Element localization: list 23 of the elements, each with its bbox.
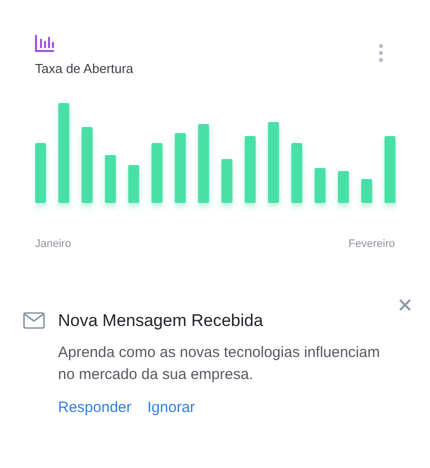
chart-bar [361, 178, 372, 202]
action-link[interactable]: Ignorar [147, 396, 195, 419]
chart-bar [128, 164, 140, 202]
bar-chart-icon [35, 34, 55, 52]
chart-bar [244, 136, 256, 202]
mail-icon [23, 312, 45, 330]
action-link[interactable]: Responder [58, 396, 132, 419]
notification-message: Aprenda como as novas tecnologias influenciam no mercado da sua empresa. [58, 342, 381, 384]
chart-bar [291, 142, 302, 202]
close-icon[interactable] [398, 298, 412, 312]
chart-bar [221, 158, 232, 202]
chart-bar [152, 142, 162, 202]
chart-bar [104, 154, 116, 202]
axis-label: Janeiro [35, 236, 72, 252]
notification-title: Nova Mensagem Recebida [58, 310, 264, 332]
chart-bar [174, 132, 186, 202]
more-options-icon[interactable] [379, 44, 383, 62]
chart-title: Taxa de Abertura [35, 60, 134, 78]
chart-bar [35, 142, 46, 202]
chart-bar [314, 168, 326, 202]
chart-bar [384, 136, 396, 202]
axis-label: Fevereiro [348, 236, 395, 252]
chart-bar [338, 170, 349, 202]
